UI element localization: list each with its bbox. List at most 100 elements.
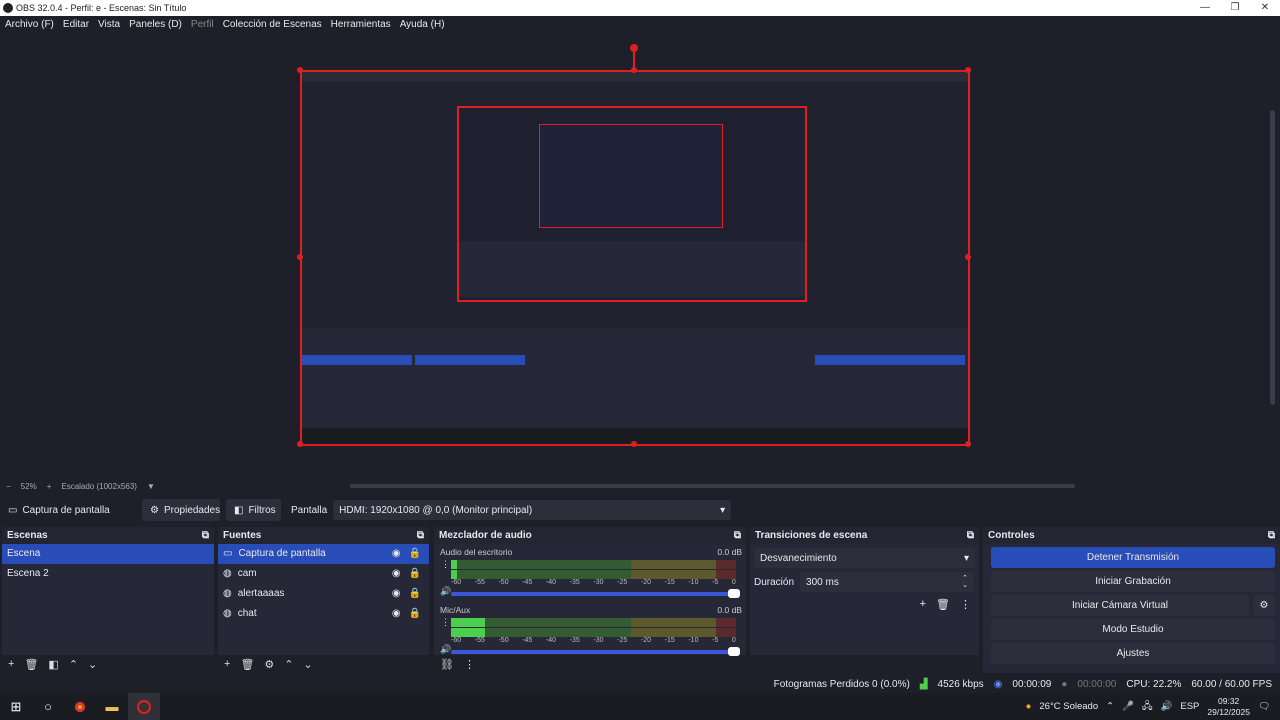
minimize-button[interactable]: — [1190, 0, 1220, 16]
resize-handle-r[interactable] [965, 254, 971, 260]
eye-icon[interactable]: ◉ [392, 584, 401, 604]
properties-button[interactable]: ⚙ Propiedades [142, 499, 220, 521]
add-icon[interactable]: + [920, 598, 926, 611]
obs-icon[interactable] [128, 693, 160, 720]
language-indicator[interactable]: ESP [1180, 701, 1199, 712]
rotation-handle[interactable] [630, 44, 638, 52]
resize-handle-tr[interactable] [965, 67, 971, 73]
arrow-down-icon[interactable]: ⌄ [88, 658, 97, 671]
maximize-button[interactable]: ❐ [1220, 0, 1250, 16]
source-item[interactable]: ◍ alertaaaas ◉ 🔒 [218, 584, 429, 604]
start-recording-button[interactable]: Iniciar Grabación [991, 571, 1275, 592]
scale-tick: -10 [688, 637, 699, 644]
filters-button[interactable]: ◧ Filtros [226, 499, 281, 521]
preview-horizontal-scrollbar[interactable] [350, 484, 1075, 488]
undock-icon[interactable]: ⧉ [417, 527, 424, 544]
eye-icon[interactable]: ◉ [392, 544, 401, 564]
menu-herramientas[interactable]: Herramientas [331, 16, 391, 33]
start-virtual-camera-button[interactable]: Iniciar Cámara Virtual [991, 595, 1249, 616]
source-item[interactable]: ▭ Captura de pantalla ◉ 🔒 [218, 544, 429, 564]
zoom-in-button[interactable]: + [47, 480, 52, 494]
settings-button[interactable]: Ajustes [991, 643, 1275, 664]
studio-mode-button[interactable]: Modo Estudio [991, 619, 1275, 640]
volume-icon[interactable]: 🔊 [440, 644, 451, 655]
filter-icon[interactable]: ◧ [48, 658, 58, 671]
arrow-up-icon[interactable]: ⌃ [69, 658, 78, 671]
volume-slider[interactable] [451, 589, 740, 598]
resize-handle-l[interactable] [297, 254, 303, 260]
volume-slider[interactable] [451, 647, 740, 656]
scene-item[interactable]: Escena [2, 544, 214, 564]
menu-paneles[interactable]: Paneles (D) [129, 16, 182, 33]
display-select[interactable]: HDMI: 1920x1080 @ 0,0 (Monitor principal… [333, 500, 732, 520]
close-button[interactable]: ✕ [1250, 0, 1280, 16]
undock-icon[interactable]: ⧉ [734, 527, 741, 544]
scale-tick: -25 [617, 637, 628, 644]
microphone-icon[interactable]: 🎤 [1122, 701, 1134, 712]
menu-archivo[interactable]: Archivo (F) [5, 16, 54, 33]
resize-handle-tl[interactable] [297, 67, 303, 73]
undock-icon[interactable]: ⧉ [202, 527, 209, 544]
volume-icon[interactable]: 🔊 [440, 586, 451, 597]
arrow-up-icon[interactable]: ⌃ [284, 658, 293, 671]
scale-dropdown-icon[interactable]: ▼ [147, 480, 155, 494]
add-icon[interactable]: + [224, 658, 230, 670]
zoom-value: 52% [20, 482, 37, 491]
lock-icon[interactable]: 🔒 [409, 544, 421, 564]
scene-item[interactable]: Escena 2 [2, 564, 214, 584]
preview-canvas[interactable] [300, 70, 970, 446]
audio-mixer-dock: Mezclador de audio ⧉ Audio del escritorio… [434, 527, 746, 673]
kebab-icon[interactable]: ⋮ [441, 617, 450, 628]
source-item[interactable]: ◍ chat ◉ 🔒 [218, 604, 429, 624]
lock-icon[interactable]: 🔒 [409, 604, 421, 624]
eye-icon[interactable]: ◉ [392, 604, 401, 624]
link-icon[interactable]: ⛓ [440, 658, 454, 671]
undock-icon[interactable]: ⧉ [967, 527, 974, 544]
lock-icon[interactable]: 🔒 [409, 584, 421, 604]
spinner-icon[interactable]: ⌃ ⌄ [962, 575, 968, 589]
gear-icon[interactable]: ⚙ [264, 658, 274, 671]
kebab-icon[interactable]: ⋮ [960, 598, 971, 611]
windows-start-icon[interactable]: ⊞ [0, 693, 32, 720]
trash-icon[interactable]: 🗑 [936, 598, 950, 611]
duration-input[interactable]: 300 ms ⌃ ⌄ [800, 572, 975, 592]
add-icon[interactable]: + [8, 658, 14, 670]
notification-icon[interactable]: 🗨 [1258, 701, 1270, 712]
stop-streaming-button[interactable]: Detener Transmisión [991, 547, 1275, 568]
menu-ayuda[interactable]: Ayuda (H) [400, 16, 445, 33]
source-item[interactable]: ◍ cam ◉ 🔒 [218, 564, 429, 584]
kebab-icon[interactable]: ⋮ [464, 658, 475, 671]
clock[interactable]: 09:32 29/12/2025 [1207, 696, 1250, 718]
resize-handle-t[interactable] [631, 67, 637, 73]
menu-coleccion[interactable]: Colección de Escenas [223, 16, 322, 33]
trash-icon[interactable]: 🗑 [240, 658, 254, 671]
zoom-out-button[interactable]: − [6, 480, 11, 494]
scale-tick: 0 [731, 637, 736, 644]
chevron-up-icon[interactable]: ⌃ [1106, 701, 1114, 712]
resize-handle-bl[interactable] [297, 441, 303, 447]
resize-handle-b[interactable] [631, 441, 637, 447]
trash-icon[interactable]: 🗑 [24, 658, 38, 671]
kebab-icon[interactable]: ⋮ [441, 559, 450, 570]
preview-vertical-scrollbar[interactable] [1270, 110, 1275, 405]
file-explorer-icon[interactable]: ▬ [96, 693, 128, 720]
lock-icon[interactable]: 🔒 [409, 564, 421, 584]
dropped-frames: Fotogramas Perdidos 0 (0.0%) [773, 678, 910, 690]
arrow-down-icon[interactable]: ⌄ [304, 658, 313, 671]
undock-icon[interactable]: ⧉ [1268, 527, 1275, 544]
network-icon[interactable]: 🖧 [1142, 699, 1153, 715]
transition-select[interactable]: Desvanecimiento ▾ [754, 548, 975, 568]
resize-handle-br[interactable] [965, 441, 971, 447]
eye-icon[interactable]: ◉ [392, 564, 401, 584]
record-time: 00:00:00 [1077, 678, 1117, 690]
menu-editar[interactable]: Editar [63, 16, 89, 33]
search-icon[interactable]: ○ [32, 693, 64, 720]
volume-icon[interactable]: 🔊 [1161, 701, 1173, 712]
virtual-camera-settings-button[interactable]: ⚙ [1253, 595, 1275, 616]
channel-name: Audio del escritorio [440, 547, 513, 557]
volume-knob[interactable] [728, 589, 740, 598]
menu-perfil[interactable]: Perfil [191, 16, 214, 33]
chrome-icon[interactable] [64, 693, 96, 720]
menu-vista[interactable]: Vista [98, 16, 120, 33]
record-icon: ● [1061, 678, 1068, 690]
